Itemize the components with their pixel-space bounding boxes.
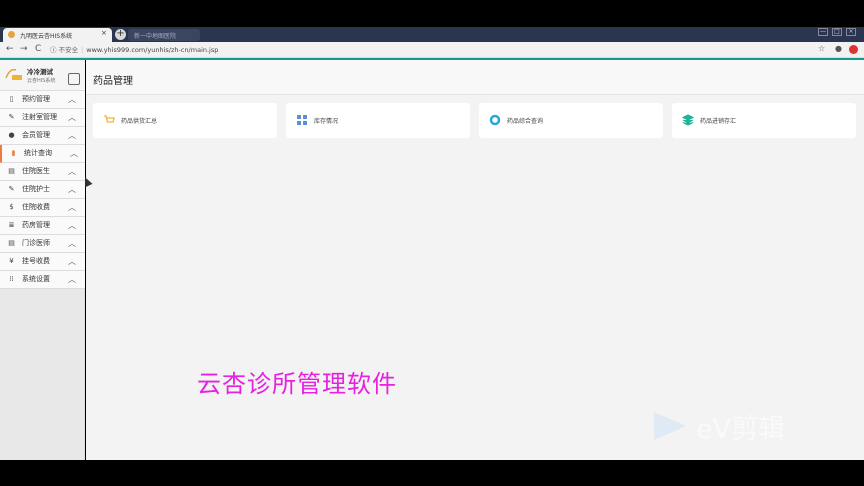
sidebar-item-label: 统计查询 bbox=[24, 149, 52, 157]
video-frame: 九明医云杏HIS系统 × + 新一中地图医院 — □ × ← → C ⓘ 不安全… bbox=[0, 0, 864, 486]
dollar-icon: $ bbox=[9, 203, 14, 211]
sidebar-item-label: 门诊医师 bbox=[22, 239, 50, 247]
doctor-icon: ▤ bbox=[8, 167, 15, 175]
sidebar-item-label: 注射室管理 bbox=[22, 113, 57, 121]
cart-icon bbox=[104, 115, 115, 123]
chevron-up-icon[interactable]: ︿ bbox=[68, 235, 76, 252]
sidebar-item[interactable]: ● 会员管理 ︿ bbox=[0, 127, 85, 145]
video-caption: 云杏诊所管理软件 bbox=[197, 370, 397, 398]
extension-icon[interactable] bbox=[849, 45, 858, 54]
url-field[interactable]: ⓘ 不安全 | www.yhis999.com/yunhis/zh-cn/main.… bbox=[50, 44, 810, 56]
logo-icon bbox=[5, 68, 22, 80]
lifebuoy-icon bbox=[489, 114, 501, 126]
chevron-up-icon[interactable]: ︿ bbox=[68, 199, 76, 216]
sidebar-item[interactable]: ⁞⁞ 系统设置 ︿ bbox=[0, 271, 85, 289]
account-icon[interactable]: ● bbox=[835, 44, 842, 53]
sidebar-item[interactable]: ▤ 门诊医师 ︿ bbox=[0, 235, 85, 253]
forward-icon[interactable]: → bbox=[20, 44, 28, 54]
favicon-icon bbox=[8, 31, 15, 38]
bar-chart-icon: ▮ bbox=[11, 149, 16, 157]
bookmark-star-icon[interactable]: ☆ bbox=[818, 44, 825, 53]
maximize-icon[interactable]: □ bbox=[832, 28, 842, 36]
sidebar-item[interactable]: ▯ 预约管理 ︿ bbox=[0, 91, 85, 109]
chevron-up-icon[interactable]: ︿ bbox=[68, 253, 76, 270]
page-title: 药品管理 bbox=[93, 76, 133, 87]
phone-icon: ▯ bbox=[9, 95, 14, 103]
tiles-icon bbox=[297, 115, 307, 125]
sidebar-item-label: 住院护士 bbox=[22, 185, 50, 193]
chevron-up-icon[interactable]: ︿ bbox=[68, 181, 76, 198]
info-icon[interactable]: ⓘ bbox=[50, 46, 57, 54]
layers-icon bbox=[682, 114, 694, 126]
chevron-up-icon[interactable]: ︿ bbox=[68, 163, 76, 180]
sidebar-item-label: 预约管理 bbox=[22, 95, 50, 103]
sidebar-item[interactable]: ¥ 挂号收费 ︿ bbox=[0, 253, 85, 271]
sidebar-item-label: 挂号收费 bbox=[22, 257, 50, 265]
window-close-icon[interactable]: × bbox=[846, 28, 856, 36]
chevron-up-icon[interactable]: ︿ bbox=[68, 127, 76, 144]
browser-tab-inactive[interactable]: 新一中地图医院 bbox=[128, 29, 200, 41]
module-card[interactable]: 库存情况 bbox=[286, 103, 470, 138]
sidebar-item-label: 住院医生 bbox=[22, 167, 50, 175]
sidebar-item-label: 系统设置 bbox=[22, 275, 50, 283]
minimize-icon[interactable]: — bbox=[818, 28, 828, 36]
chevron-up-icon[interactable]: ︿ bbox=[68, 271, 76, 288]
security-label: 不安全 bbox=[58, 46, 79, 54]
sidebar-item-label: 药房管理 bbox=[22, 221, 50, 229]
module-card-label: 库存情况 bbox=[314, 118, 339, 125]
module-card[interactable]: 药品供货汇总 bbox=[93, 103, 277, 138]
chevron-up-icon[interactable]: ︿ bbox=[70, 145, 78, 162]
module-card-label: 药品供货汇总 bbox=[121, 118, 158, 125]
reload-icon[interactable]: C bbox=[35, 44, 41, 54]
sidebar-item[interactable]: ▤ 住院医生 ︿ bbox=[0, 163, 85, 181]
grid-icon: ⁞⁞ bbox=[9, 275, 14, 283]
tab-close-icon[interactable]: × bbox=[101, 29, 107, 37]
watermark-text: eV剪辑 bbox=[696, 414, 786, 445]
sidebar-item-label: 住院收费 bbox=[22, 203, 50, 211]
chevron-up-icon[interactable]: ︿ bbox=[68, 217, 76, 234]
module-card-label: 药品进销存汇 bbox=[700, 118, 737, 125]
user-icon: ● bbox=[8, 131, 15, 139]
yen-icon: ¥ bbox=[9, 257, 14, 265]
url-text: www.yhis999.com/yunhis/zh-cn/main.jsp bbox=[86, 46, 219, 54]
module-card-label: 药品综合查询 bbox=[507, 118, 544, 125]
chevron-up-icon[interactable]: ︿ bbox=[68, 91, 76, 108]
browser-tab-active[interactable]: 九明医云杏HIS系统 bbox=[3, 28, 112, 42]
syringe-icon: ✎ bbox=[8, 113, 15, 121]
sidebar-item[interactable]: $ 住院收费 ︿ bbox=[0, 199, 85, 217]
back-icon[interactable]: ← bbox=[6, 44, 14, 54]
sidebar-item[interactable]: ✎ 住院护士 ︿ bbox=[0, 181, 85, 199]
page-header bbox=[86, 60, 864, 95]
logo-title: 冷冷测试 bbox=[27, 68, 53, 76]
sidebar-item[interactable]: ✎ 注射室管理 ︿ bbox=[0, 109, 85, 127]
sidebar-item[interactable]: ▮ 统计查询 ︿ bbox=[0, 145, 85, 163]
sidebar-item[interactable]: ≣ 药房管理 ︿ bbox=[0, 217, 85, 235]
module-card[interactable]: 药品进销存汇 bbox=[672, 103, 856, 138]
list-icon: ≣ bbox=[8, 221, 15, 229]
new-tab-button[interactable]: + bbox=[115, 29, 126, 40]
nurse-icon: ✎ bbox=[8, 185, 15, 193]
chevron-up-icon[interactable]: ︿ bbox=[68, 109, 76, 126]
logo-subtitle: 云杏HIS系统 bbox=[27, 78, 56, 84]
user-profile-icon[interactable] bbox=[68, 73, 80, 85]
calendar-icon: ▤ bbox=[8, 239, 15, 247]
sidebar-item-label: 会员管理 bbox=[22, 131, 50, 139]
module-card[interactable]: 药品综合查询 bbox=[479, 103, 663, 138]
